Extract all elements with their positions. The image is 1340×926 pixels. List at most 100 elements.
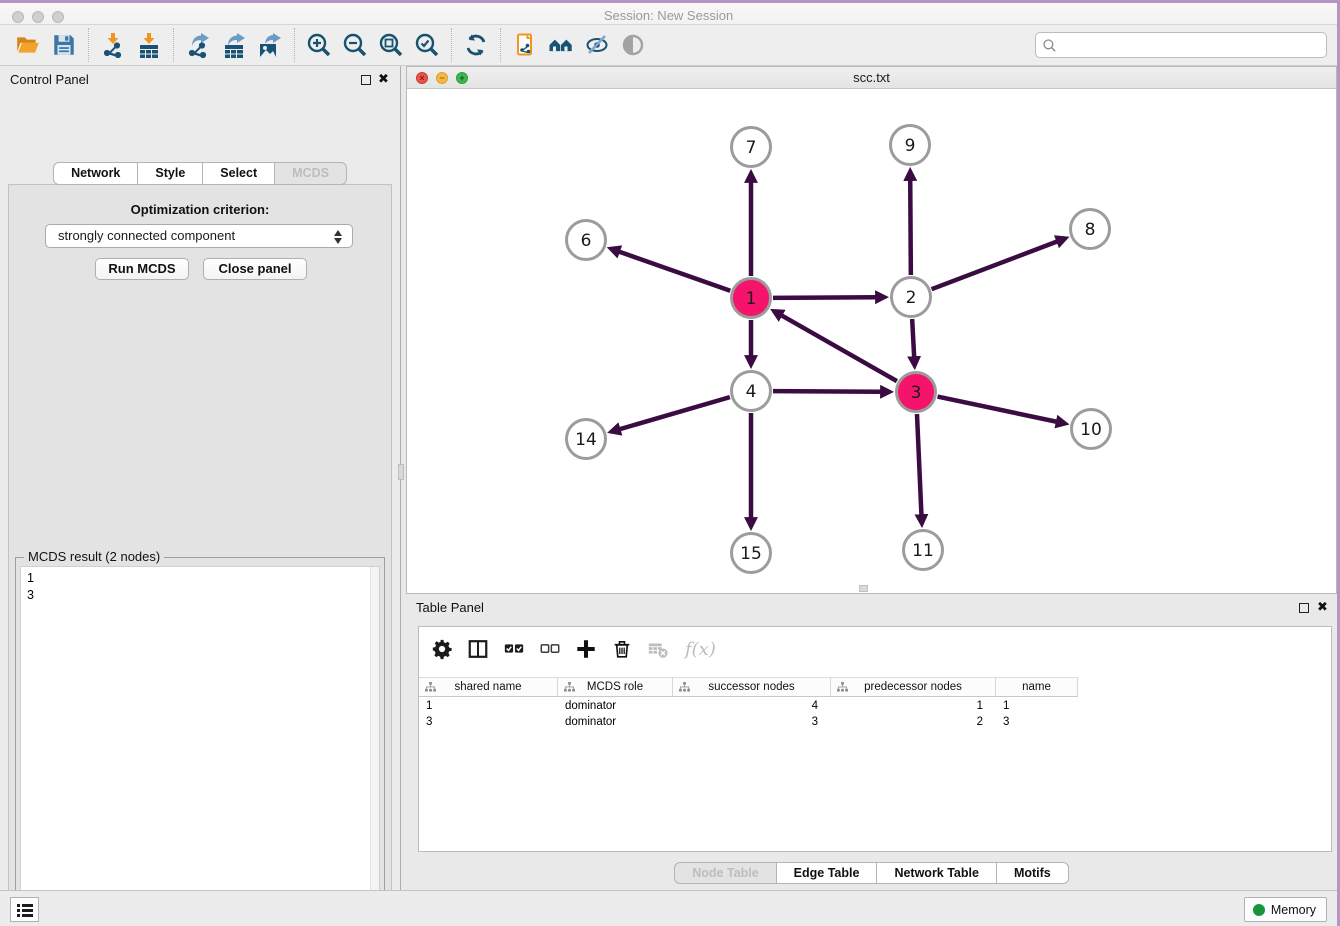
column-layout-button[interactable] [465,636,491,662]
graph-node-3[interactable]: 3 [897,373,936,412]
apply-layout-button[interactable] [461,30,491,60]
graph-edge-3-10[interactable] [938,397,1058,422]
graph-edge-1-6[interactable] [619,251,731,290]
table-tab-edge-table[interactable]: Edge Table [777,862,878,884]
graph-edge-3-11[interactable] [917,414,921,516]
graph-node-11[interactable]: 11 [904,531,943,570]
table-panel-close-icon[interactable]: ✖ [1317,599,1328,615]
graph-node-6[interactable]: 6 [567,221,606,260]
zoom-selected-button[interactable] [412,30,442,60]
close-panel-button[interactable]: Close panel [203,258,307,280]
column-header-label: successor nodes [708,681,794,693]
optimization-criterion-value: strongly connected component [58,228,235,243]
mcds-result-scrollbar[interactable] [370,567,379,926]
graph-node-15[interactable]: 15 [732,534,771,573]
zoom-fit-button[interactable] [376,30,406,60]
graph-edge-2-8[interactable] [932,241,1058,289]
graph-node-label: 6 [581,231,592,251]
graph-node-1[interactable]: 1 [732,279,771,318]
import-table-button[interactable] [134,30,164,60]
import-network-button[interactable] [98,30,128,60]
graph-edge-4-3[interactable] [773,391,882,392]
unselect-all-columns-button[interactable] [537,636,563,662]
add-column-button[interactable] [573,636,599,662]
column-header-name[interactable]: name [996,678,1078,696]
run-mcds-button[interactable]: Run MCDS [95,258,189,280]
search-icon [1042,38,1058,54]
graph-node-4[interactable]: 4 [732,372,771,411]
mcds-result-textarea[interactable]: 1 3 [20,566,380,926]
select-stepper-icon [334,228,344,244]
tab-select[interactable]: Select [203,162,275,185]
control-panel-float-icon[interactable] [361,75,371,85]
graph-edge-1-2[interactable] [773,297,877,298]
shared-column-icon [425,682,436,692]
table-row[interactable]: 1dominator411 [419,698,1331,714]
zoom-in-button[interactable] [304,30,334,60]
delete-columns-button[interactable] [609,636,635,662]
hide-graphics-details-button[interactable] [582,30,612,60]
table-tab-node-table[interactable]: Node Table [674,862,776,884]
table-options-button[interactable] [429,636,455,662]
column-header-shared-name[interactable]: shared name [419,678,558,696]
column-header-predecessor-nodes[interactable]: predecessor nodes [831,678,996,696]
control-panel-close-icon[interactable]: ✖ [378,71,389,87]
splitter-handle[interactable] [398,464,404,480]
table-header-row: shared name MCDS role successor nodes prede… [419,677,1078,697]
search-input[interactable] [1062,34,1322,56]
mcds-result-fieldset: MCDS result (2 nodes) 1 3 [15,557,385,926]
eye-slash-icon [584,32,610,58]
function-builder-button[interactable]: f(x) [685,639,716,660]
table-body: 1dominator4113dominator323 [419,698,1331,730]
mcds-panel: Optimization criterion: strongly connect… [8,184,392,926]
columns-icon [467,638,489,660]
graph-edge-2-3[interactable] [912,319,914,358]
table-tab-motifs[interactable]: Motifs [997,862,1069,884]
show-panels-menu-button[interactable] [10,897,39,922]
export-image-button[interactable] [255,30,285,60]
graph-edge-2-9[interactable] [910,179,911,275]
network-overview-button[interactable] [546,30,576,60]
zoom-out-button[interactable] [340,30,370,60]
cell-predecessor-nodes: 2 [831,714,996,730]
select-all-columns-button[interactable] [501,636,527,662]
graph-edge-3-1[interactable] [781,315,897,381]
graph-node-7[interactable]: 7 [732,128,771,167]
table-row[interactable]: 3dominator323 [419,714,1331,730]
memory-status-icon [1253,904,1265,916]
export-network-button[interactable] [183,30,213,60]
graph-node-9[interactable]: 9 [891,126,930,165]
export-table-button[interactable] [219,30,249,60]
graph-node-10[interactable]: 10 [1072,410,1111,449]
optimization-criterion-select[interactable]: strongly connected component [45,224,353,248]
network-resize-grip[interactable] [859,585,868,592]
status-bar: Memory [0,890,1337,926]
open-session-button[interactable] [13,30,43,60]
save-session-button[interactable] [49,30,79,60]
table-panel-float-icon[interactable] [1299,603,1309,613]
mcds-result-title: MCDS result (2 nodes) [24,549,164,564]
column-header-MCDS-role[interactable]: MCDS role [558,678,673,696]
toggle-birds-eye-button[interactable] [618,30,648,60]
tab-mcds[interactable]: MCDS [275,162,347,185]
memory-button[interactable]: Memory [1244,897,1327,922]
column-header-label: MCDS role [587,681,643,693]
graph-node-8[interactable]: 8 [1071,210,1110,249]
tab-style[interactable]: Style [138,162,203,185]
delete-table-icon [647,638,669,660]
tab-network[interactable]: Network [53,162,138,185]
network-window-titlebar[interactable]: × − + scc.txt [407,67,1336,89]
graph-node-14[interactable]: 14 [567,420,606,459]
graph-node-2[interactable]: 2 [892,278,931,317]
table-tab-network-table[interactable]: Network Table [877,862,997,884]
toolbar-separator [500,28,501,62]
graph-node-label: 2 [906,288,917,308]
graph-node-label: 14 [575,430,597,450]
column-header-successor-nodes[interactable]: successor nodes [673,678,831,696]
table-panel-title: Table Panel [416,600,484,615]
clone-network-button[interactable] [510,30,540,60]
import-network-icon [100,32,126,58]
delete-table-button[interactable] [645,636,671,662]
graph-edge-4-14[interactable] [619,397,730,429]
network-canvas[interactable]: 7 9 6 8 1 2 4 3 14 10 15 11 [407,89,1336,593]
